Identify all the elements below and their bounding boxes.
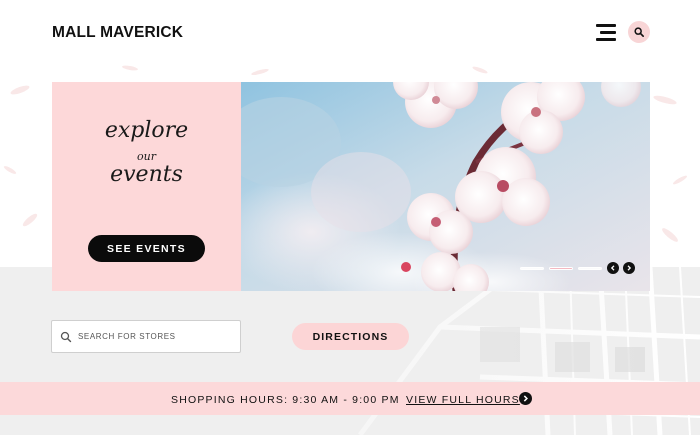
hero-headline-line3: events [110,162,183,187]
carousel-dot-2[interactable] [549,267,573,270]
carousel-prev-button[interactable] [607,262,619,274]
hero-text-panel: explore our events SEE EVENTS [52,82,241,291]
store-search-field[interactable] [51,320,241,353]
directions-button[interactable]: DIRECTIONS [292,323,409,350]
view-full-hours-link[interactable]: VIEW FULL HOURS [406,394,520,406]
shopping-hours-text: SHOPPING HOURS: 9:30 AM - 9:00 PM [171,394,400,406]
carousel-dot-3[interactable] [578,267,602,270]
hero-banner: explore our events SEE EVENTS [52,82,650,291]
shopping-hours-bar: SHOPPING HOURS: 9:30 AM - 9:00 PM VIEW F… [0,382,700,415]
hero-headline-line1: explore [104,118,189,143]
search-icon [60,331,72,343]
hamburger-menu-icon[interactable] [592,22,616,42]
brand-logo[interactable]: MALL MAVERICK [52,24,183,42]
search-button[interactable] [628,21,650,43]
hero-image-cherry-blossom [241,82,650,291]
store-search-input[interactable] [78,332,238,341]
chevron-left-icon [610,265,615,271]
carousel-dot-1[interactable] [520,267,544,270]
search-icon [634,27,644,37]
chevron-right-icon [627,265,632,271]
carousel-next-button[interactable] [623,262,635,274]
chevron-right-icon[interactable] [519,392,532,405]
see-events-button[interactable]: SEE EVENTS [88,235,205,262]
